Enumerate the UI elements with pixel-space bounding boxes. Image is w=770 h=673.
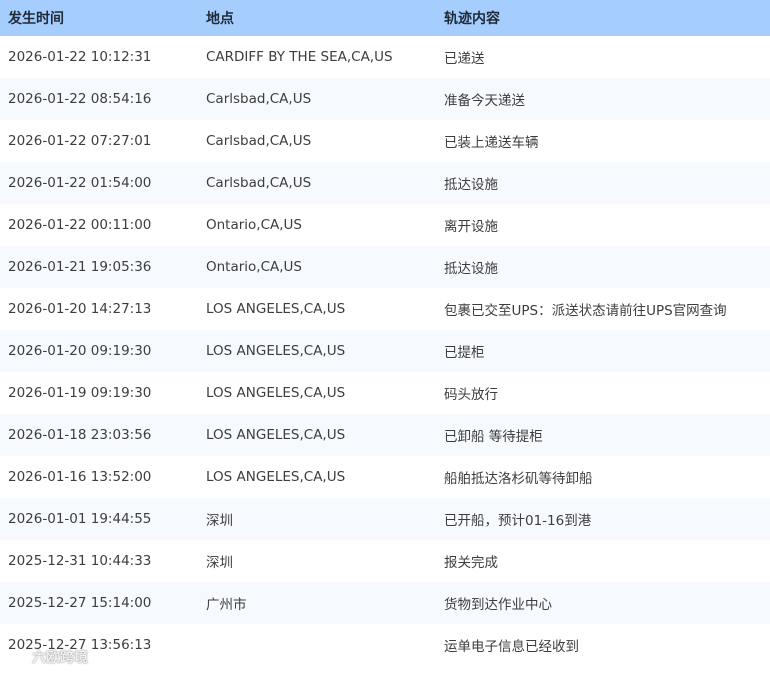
- table-row: 2026-01-18 23:03:56 LOS ANGELES,CA,US 已卸船 …: [0, 414, 770, 456]
- cell-desc: 已开船，预计01-16到港: [436, 498, 770, 540]
- cell-time: 2026-01-01 19:44:55: [0, 498, 198, 540]
- table-row: 2026-01-01 19:44:55 深圳 已开船，预计01-16到港: [0, 498, 770, 540]
- header-time: 发生时间: [0, 0, 198, 36]
- cell-time: 2026-01-21 19:05:36: [0, 246, 198, 288]
- cell-desc: 抵达设施: [436, 162, 770, 204]
- cell-desc: 抵达设施: [436, 246, 770, 288]
- cell-desc: 已装上递送车辆: [444, 135, 539, 151]
- table-row: 2026-01-16 13:52:00 LOS ANGELES,CA,US 船舶抵达…: [0, 456, 770, 498]
- header-location: 地点: [198, 0, 436, 36]
- cell-desc: 报关完成: [444, 555, 498, 571]
- cell-time: 2025-12-31 10:44:33: [8, 553, 152, 569]
- cell-time: 2026-01-22 10:12:31: [8, 49, 152, 65]
- cell-location: Ontario,CA,US: [198, 246, 436, 288]
- cell-desc: 已提柜: [436, 330, 770, 372]
- cell-time: 2026-01-18 23:03:56: [0, 414, 198, 456]
- table-row: 2026-01-22 07:27:01 Carlsbad,CA,US 已装上递送车辆: [0, 120, 770, 162]
- cell-time: 2026-01-22 07:27:01: [8, 133, 152, 149]
- cell-location: Ontario,CA,US: [206, 217, 303, 233]
- cell-time: 2026-01-22 08:54:16: [0, 78, 198, 120]
- cell-desc: 货物到达作业中心: [436, 582, 770, 624]
- header-row: 发生时间 地点 轨迹内容: [0, 0, 770, 36]
- cell-desc: 已递送: [444, 51, 485, 67]
- cell-desc: 码头放行: [444, 387, 498, 403]
- table-row: 2025-12-27 15:14:00 广州市 货物到达作业中心: [0, 582, 770, 624]
- table-row: 2025-12-27 13:56:13 运单电子信息已经收到: [0, 624, 770, 666]
- cell-desc: 离开设施: [444, 219, 498, 235]
- cell-desc: 运单电子信息已经收到: [444, 639, 579, 655]
- cell-location: 广州市: [198, 582, 436, 624]
- table-row: 2026-01-20 14:27:13 LOS ANGELES,CA,US 包裹已交…: [0, 288, 770, 330]
- cell-time: 2026-01-20 14:27:13: [8, 301, 152, 317]
- table-body: 2026-01-22 10:12:31 CARDIFF BY THE SEA,CA…: [0, 36, 770, 666]
- cell-desc: 准备今天递送: [436, 78, 770, 120]
- table-row: 2026-01-20 09:19:30 LOS ANGELES,CA,US 已提柜: [0, 330, 770, 372]
- cell-desc: 包裹已交至UPS：派送状态请前往UPS官网查询: [444, 303, 727, 319]
- table-row: 2026-01-22 08:54:16 Carlsbad,CA,US 准备今天递送: [0, 78, 770, 120]
- cell-location: Carlsbad,CA,US: [198, 78, 436, 120]
- cell-location: LOS ANGELES,CA,US: [198, 330, 436, 372]
- cell-location: 深圳: [198, 498, 436, 540]
- table-row: 2026-01-22 01:54:00 Carlsbad,CA,US 抵达设施: [0, 162, 770, 204]
- cell-location: Carlsbad,CA,US: [198, 162, 436, 204]
- table-row: 2026-01-21 19:05:36 Ontario,CA,US 抵达设施: [0, 246, 770, 288]
- cell-time: 2026-01-22 00:11:00: [8, 217, 152, 233]
- cell-desc: 已卸船 等待提柜: [436, 414, 770, 456]
- tracking-table: 发生时间 地点 轨迹内容 2026-01-22 10:12:31 CARDIFF …: [0, 0, 770, 666]
- table-row: 2026-01-19 09:19:30 LOS ANGELES,CA,US 码头放行: [0, 372, 770, 414]
- table-row: 2025-12-31 10:44:33 深圳 报关完成: [0, 540, 770, 582]
- cell-time: 2026-01-16 13:52:00: [8, 469, 152, 485]
- cell-location: CARDIFF BY THE SEA,CA,US: [206, 49, 393, 65]
- cell-location: [198, 624, 436, 666]
- table-row: 2026-01-22 00:11:00 Ontario,CA,US 离开设施: [0, 204, 770, 246]
- cell-location: LOS ANGELES,CA,US: [206, 469, 346, 485]
- cell-time: 2025-12-27 15:14:00: [0, 582, 198, 624]
- cell-location: LOS ANGELES,CA,US: [206, 385, 346, 401]
- watermark-text: 六欧跨境: [32, 650, 88, 666]
- cell-location: LOS ANGELES,CA,US: [198, 414, 436, 456]
- cell-location: Carlsbad,CA,US: [206, 133, 312, 149]
- table-row: 2026-01-22 10:12:31 CARDIFF BY THE SEA,CA…: [0, 36, 770, 78]
- cell-desc: 船舶抵达洛杉矶等待卸船: [444, 471, 593, 487]
- watermark: 六欧跨境: [10, 646, 88, 668]
- cell-location: LOS ANGELES,CA,US: [206, 301, 346, 317]
- cell-location: 深圳: [206, 555, 233, 571]
- logo-icon: [10, 651, 27, 663]
- cell-time: 2026-01-20 09:19:30: [0, 330, 198, 372]
- cell-time: 2026-01-22 01:54:00: [0, 162, 198, 204]
- cell-time: 2026-01-19 09:19:30: [8, 385, 152, 401]
- table-header: 发生时间 地点 轨迹内容: [0, 0, 770, 36]
- header-description: 轨迹内容: [436, 0, 770, 36]
